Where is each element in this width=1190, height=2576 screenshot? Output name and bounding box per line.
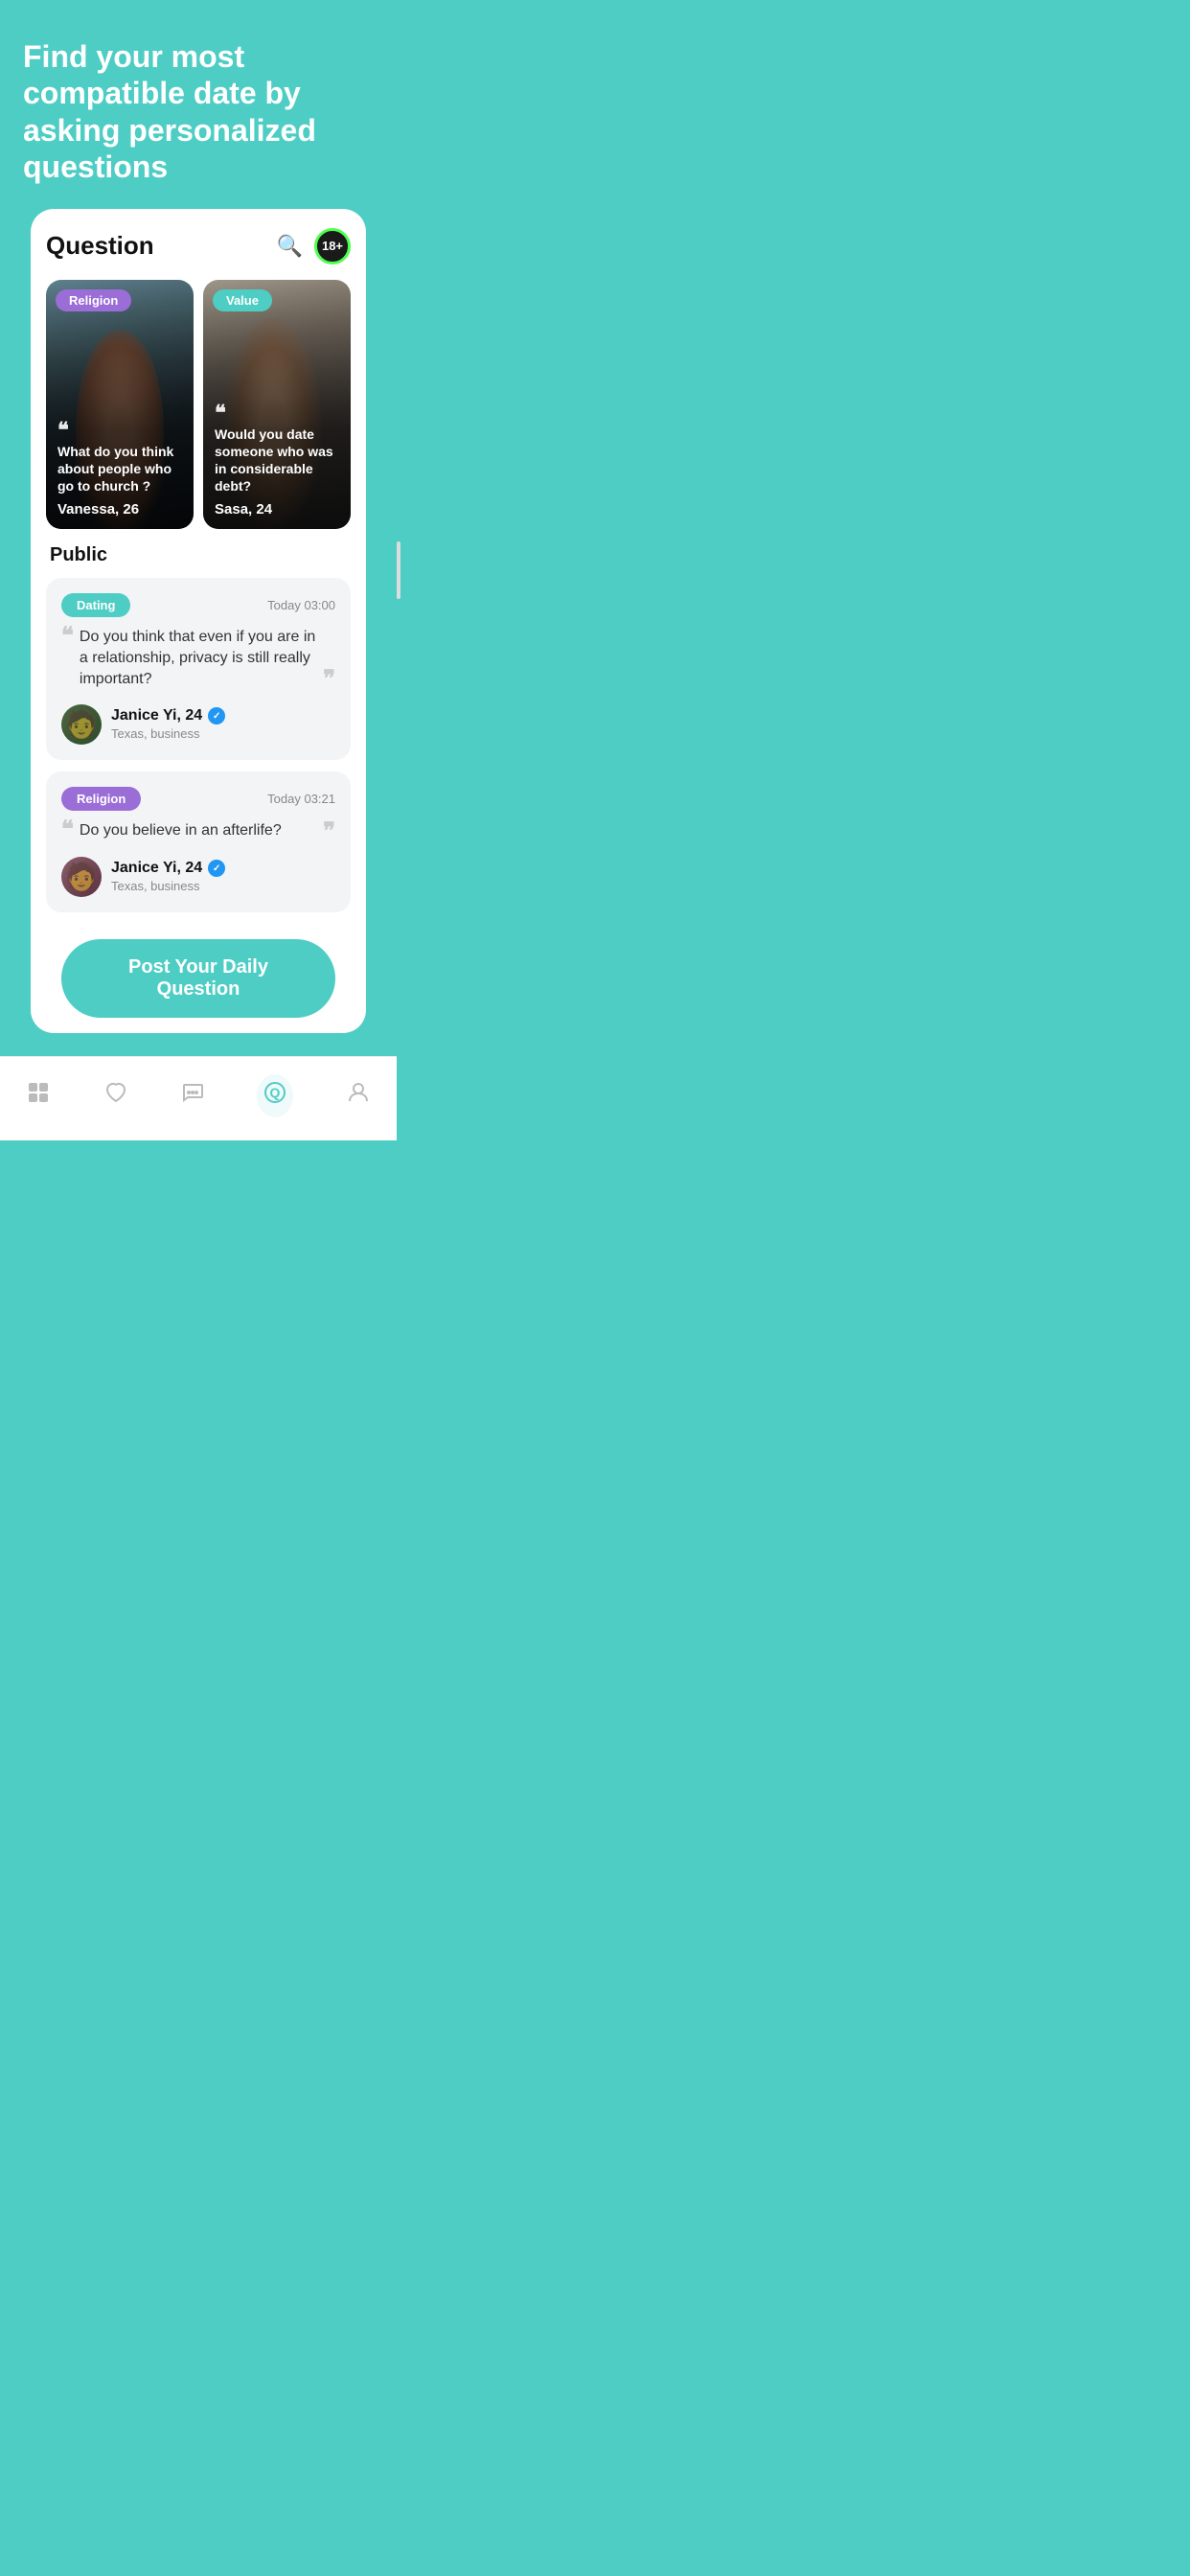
profile-question-sasa: Would you date someone who was in consid…: [215, 426, 339, 495]
quote-open-icon: ❝: [57, 420, 182, 441]
post-quote-close-1: ❞: [323, 668, 335, 691]
feed-icon: [26, 1080, 51, 1112]
category-badge-value: Value: [213, 289, 272, 311]
post-quote-open-2: ❝: [61, 818, 74, 841]
question-post-2[interactable]: Religion Today 03:21 ❝ Do you believe in…: [46, 771, 351, 912]
post-user-2: 🧑 Janice Yi, 24 ✓ Texas, business: [61, 857, 335, 897]
post-user-location-2: Texas, business: [111, 879, 335, 893]
post-question-text-1: Do you think that even if you are in a r…: [80, 627, 317, 691]
post-time-2: Today 03:21: [267, 792, 335, 806]
post-header-1: Dating Today 03:00: [61, 593, 335, 617]
profile-name-vanessa: Vanessa, 26: [57, 501, 182, 518]
main-card: Question 🔍 18+ Religion ❝ What do you th…: [31, 209, 366, 1033]
hero-section: Find your most compatible date by asking…: [0, 0, 397, 1056]
post-question-left-2: ❝ Do you believe in an afterlife?: [61, 820, 317, 841]
profile-card-content-sasa: ❝ Would you date someone who was in cons…: [203, 391, 351, 529]
post-question-wrap-1: ❝ Do you think that even if you are in a…: [61, 627, 335, 691]
profile-card-sasa[interactable]: Value ❝ Would you date someone who was i…: [203, 280, 351, 529]
hero-title: Find your most compatible date by asking…: [23, 38, 374, 186]
post-time-1: Today 03:00: [267, 598, 335, 612]
question-post-1[interactable]: Dating Today 03:00 ❝ Do you think that e…: [46, 578, 351, 760]
messages-icon: [180, 1080, 205, 1112]
nav-item-profile[interactable]: [331, 1076, 386, 1116]
post-user-info-2: Janice Yi, 24 ✓ Texas, business: [111, 860, 335, 893]
avatar-silhouette-1: 🧑: [61, 704, 102, 745]
category-badge-religion: Religion: [56, 289, 131, 311]
post-header-2: Religion Today 03:21: [61, 787, 335, 811]
post-daily-question-button[interactable]: Post Your Daily Question: [61, 939, 335, 1018]
age-badge[interactable]: 18+: [314, 228, 351, 264]
nav-item-question[interactable]: Q: [241, 1070, 309, 1121]
profile-question-vanessa: What do you think about people who go to…: [57, 443, 182, 495]
public-label: Public: [46, 544, 351, 566]
cta-section: Post Your Daily Question: [46, 924, 351, 1033]
profile-card-vanessa[interactable]: Religion ❝ What do you think about peopl…: [46, 280, 194, 529]
post-user-location-1: Texas, business: [111, 726, 335, 741]
profile-icon: [346, 1080, 371, 1112]
post-question-text-2: Do you believe in an afterlife?: [80, 820, 317, 841]
post-question-left-1: ❝ Do you think that even if you are in a…: [61, 627, 317, 691]
post-user-1: 🧑 Janice Yi, 24 ✓ Texas, business: [61, 704, 335, 745]
verified-icon-2: ✓: [208, 860, 225, 877]
post-category-dating: Dating: [61, 593, 130, 617]
search-icon[interactable]: 🔍: [277, 234, 303, 259]
public-section: Public Dating Today 03:00 ❝ Do you think…: [46, 529, 351, 912]
svg-text:Q: Q: [270, 1085, 281, 1100]
card-actions: 🔍 18+: [277, 228, 351, 264]
nav-item-feed[interactable]: [11, 1076, 66, 1116]
bottom-nav: Q: [0, 1056, 397, 1140]
post-quote-close-2: ❞: [323, 820, 335, 843]
post-quote-open-1: ❝: [61, 625, 74, 648]
card-header: Question 🔍 18+: [46, 228, 351, 264]
profiles-row: Religion ❝ What do you think about peopl…: [46, 280, 351, 529]
profile-name-sasa: Sasa, 24: [215, 501, 339, 518]
nav-item-messages[interactable]: [165, 1076, 220, 1116]
post-user-info-1: Janice Yi, 24 ✓ Texas, business: [111, 707, 335, 741]
post-category-religion: Religion: [61, 787, 141, 811]
nav-item-likes[interactable]: [88, 1076, 144, 1116]
post-avatar-2: 🧑: [61, 857, 102, 897]
verified-icon-1: ✓: [208, 707, 225, 724]
card-title: Question: [46, 231, 154, 261]
heart-icon: [103, 1080, 128, 1112]
quote-open-icon-2: ❝: [215, 402, 339, 424]
profile-card-content-vanessa: ❝ What do you think about people who go …: [46, 408, 194, 529]
question-icon: Q: [257, 1074, 293, 1117]
post-user-name-2: Janice Yi, 24 ✓: [111, 860, 335, 877]
post-user-name-1: Janice Yi, 24 ✓: [111, 707, 335, 724]
post-avatar-1: 🧑: [61, 704, 102, 745]
post-question-wrap-2: ❝ Do you believe in an afterlife? ❞: [61, 820, 335, 843]
avatar-silhouette-2: 🧑: [61, 857, 102, 897]
